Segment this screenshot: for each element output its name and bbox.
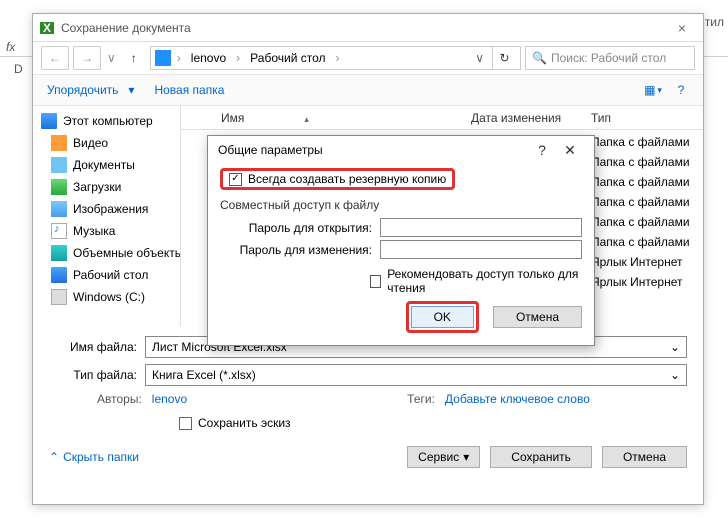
- readonly-recommend-checkbox[interactable]: [370, 275, 381, 288]
- filetype-select[interactable]: Книга Excel (*.xlsx)⌄: [145, 364, 687, 386]
- col-name[interactable]: Имя▴: [221, 111, 471, 125]
- password-modify-input[interactable]: [380, 240, 582, 259]
- password-modify-label: Пароль для изменения:: [220, 243, 380, 257]
- toolbar: Упорядочить ▾ Новая папка ▦▾ ?: [33, 74, 703, 106]
- sidebar-item-drive-c[interactable]: Windows (C:): [33, 286, 180, 308]
- close-button[interactable]: ✕: [556, 142, 584, 159]
- sidebar-item-pictures[interactable]: Изображения: [33, 198, 180, 220]
- col-type[interactable]: Тип: [591, 111, 703, 125]
- chevron-right-icon: ›: [232, 51, 244, 65]
- always-backup-label: Всегда создавать резервную копию: [248, 172, 446, 186]
- search-input[interactable]: 🔍 Поиск: Рабочий стол: [525, 46, 695, 70]
- window-title: Сохранение документа: [61, 21, 667, 35]
- breadcrumb-leaf[interactable]: Рабочий стол: [246, 51, 329, 65]
- help-button[interactable]: ?: [667, 78, 695, 102]
- sidebar-item-videos[interactable]: Видео: [33, 132, 180, 154]
- tags-label: Теги:: [407, 392, 435, 406]
- readonly-recommend-label: Рекомендовать доступ только для чтения: [387, 267, 582, 295]
- sidebar-item-documents[interactable]: Документы: [33, 154, 180, 176]
- column-header-d: D: [14, 62, 23, 76]
- breadcrumb[interactable]: › lenovo › Рабочий стол › ∨ ↻: [150, 46, 521, 70]
- chevron-down-icon[interactable]: ⌄: [670, 368, 680, 382]
- nav-up-button[interactable]: ↑: [122, 46, 146, 70]
- sidebar-item-3d[interactable]: Объемные объекты: [33, 242, 180, 264]
- video-icon: [51, 135, 67, 151]
- general-options-dialog: Общие параметры ? ✕ Всегда создавать рез…: [207, 135, 595, 346]
- filetype-label: Тип файла:: [49, 368, 145, 382]
- desktop-icon: [51, 267, 67, 283]
- close-button[interactable]: ×: [667, 20, 697, 36]
- sidebar-item-downloads[interactable]: Загрузки: [33, 176, 180, 198]
- password-open-input[interactable]: [380, 218, 582, 237]
- col-date[interactable]: Дата изменения: [471, 111, 591, 125]
- authors-value[interactable]: lenovo: [152, 392, 187, 406]
- ok-button-highlight: OK: [406, 301, 479, 333]
- sidebar-item-desktop[interactable]: Рабочий стол: [33, 264, 180, 286]
- monitor-icon: [41, 113, 57, 129]
- always-backup-checkbox[interactable]: [229, 173, 242, 186]
- chevron-down-icon[interactable]: ▾: [124, 83, 138, 97]
- chevron-up-icon: ⌃: [49, 450, 59, 464]
- chevron-down-icon: ▾: [463, 450, 469, 464]
- view-options-button[interactable]: ▦▾: [639, 78, 667, 102]
- column-headers[interactable]: Имя▴ Дата изменения Тип: [181, 106, 703, 130]
- chevron-right-icon: ›: [173, 51, 185, 65]
- refresh-button[interactable]: ↻: [492, 46, 516, 70]
- authors-label: Авторы:: [97, 392, 142, 406]
- save-thumbnail-label: Сохранить эскиз: [198, 416, 291, 430]
- chevron-down-icon[interactable]: ⌄: [670, 340, 680, 354]
- ok-button[interactable]: OK: [411, 306, 474, 328]
- modal-title: Общие параметры: [218, 143, 528, 157]
- navigation-bar: ← → ∨ ↑ › lenovo › Рабочий стол › ∨ ↻ 🔍 …: [33, 42, 703, 74]
- excel-icon: X: [39, 20, 55, 36]
- tags-value[interactable]: Добавьте ключевое слово: [445, 392, 590, 406]
- sidebar: Этот компьютер Видео Документы Загрузки …: [33, 106, 181, 326]
- formula-bar-icon: fx: [6, 40, 15, 54]
- help-button[interactable]: ?: [528, 142, 556, 158]
- svg-text:X: X: [43, 21, 51, 35]
- pictures-icon: [51, 201, 67, 217]
- save-thumbnail-checkbox[interactable]: [179, 417, 192, 430]
- drive-icon: [51, 289, 67, 305]
- filename-label: Имя файла:: [49, 340, 145, 354]
- nav-history-dropdown[interactable]: ∨: [105, 51, 118, 65]
- breadcrumb-root[interactable]: lenovo: [187, 51, 230, 65]
- organize-menu[interactable]: Упорядочить: [41, 83, 124, 97]
- password-open-label: Пароль для открытия:: [220, 221, 380, 235]
- dialog-footer: ⌃Скрыть папки Сервис▾ Сохранить Отмена: [33, 436, 703, 478]
- backup-option-highlight: Всегда создавать резервную копию: [220, 168, 455, 190]
- breadcrumb-dropdown[interactable]: ∨: [469, 51, 490, 65]
- cancel-button[interactable]: Отмена: [493, 306, 582, 328]
- save-button[interactable]: Сохранить: [490, 446, 592, 468]
- documents-icon: [51, 157, 67, 173]
- tools-menu[interactable]: Сервис▾: [407, 446, 480, 468]
- chevron-right-icon: ›: [332, 51, 344, 65]
- downloads-icon: [51, 179, 67, 195]
- search-placeholder: Поиск: Рабочий стол: [551, 51, 666, 65]
- modal-titlebar: Общие параметры ? ✕: [208, 136, 594, 164]
- nav-forward-button[interactable]: →: [73, 46, 101, 70]
- search-icon: 🔍: [532, 51, 547, 65]
- sidebar-item-music[interactable]: Музыка: [33, 220, 180, 242]
- music-icon: [51, 223, 67, 239]
- sidebar-item-this-pc[interactable]: Этот компьютер: [33, 110, 180, 132]
- cube-icon: [51, 245, 67, 261]
- hide-folders-toggle[interactable]: ⌃Скрыть папки: [49, 450, 139, 464]
- file-sharing-section-label: Совместный доступ к файлу: [220, 198, 582, 212]
- new-folder-button[interactable]: Новая папка: [148, 83, 230, 97]
- folder-icon: [155, 50, 171, 66]
- cancel-button[interactable]: Отмена: [602, 446, 687, 468]
- titlebar: X Сохранение документа ×: [33, 14, 703, 42]
- sort-ascending-icon: ▴: [304, 114, 309, 124]
- nav-back-button[interactable]: ←: [41, 46, 69, 70]
